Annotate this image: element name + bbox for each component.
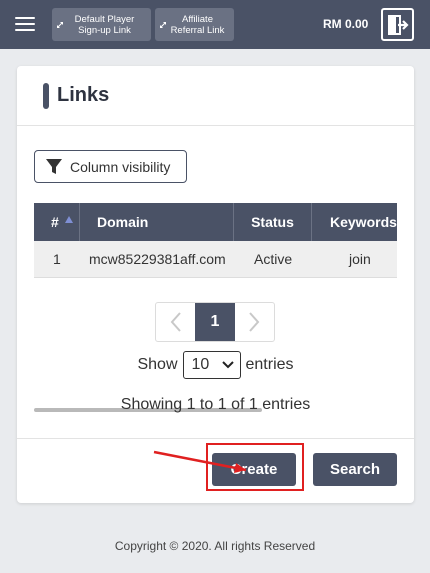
- entries-label: entries: [245, 356, 294, 373]
- title-accent-bar: [43, 83, 49, 109]
- hamburger-menu-icon[interactable]: [8, 6, 42, 42]
- cell-num: 1: [53, 251, 61, 267]
- card-header: Links: [17, 66, 414, 126]
- links-card: Links Column visibility # Domain Status …: [17, 66, 414, 503]
- search-button[interactable]: Search: [313, 453, 397, 486]
- filter-icon: [46, 158, 62, 174]
- links-table: # Domain Status Keywords 1 mcw85229381af…: [34, 203, 397, 278]
- pagination: 1: [155, 302, 275, 342]
- logout-icon: [387, 14, 409, 35]
- card-footer: Create Search: [17, 438, 414, 503]
- column-visibility-label: Column visibility: [70, 158, 171, 175]
- chevron-left-icon: [170, 312, 181, 332]
- column-header-keywords[interactable]: Keywords: [312, 203, 397, 241]
- balance-display: RM 0.00: [323, 17, 369, 31]
- chip-label-line1: Default Player: [74, 13, 135, 25]
- cell-domain: mcw85229381aff.com: [89, 251, 226, 267]
- cell-status: Active: [254, 251, 293, 267]
- entries-length-control: Show 10 entries: [17, 351, 414, 379]
- page-1-button[interactable]: 1: [195, 303, 235, 341]
- sort-ascending-icon: [65, 216, 73, 223]
- chevron-right-icon: [249, 312, 260, 332]
- chip-label-line2: Referral Link: [170, 24, 225, 36]
- copyright-text: Copyright © 2020. All rights Reserved: [114, 539, 316, 553]
- default-player-signup-link-button[interactable]: Default Player Sign-up Link: [52, 8, 151, 41]
- page-title: Links: [57, 84, 110, 106]
- table-info: Showing 1 to 1 of 1 entries: [120, 396, 311, 413]
- logout-button[interactable]: [381, 8, 414, 41]
- top-navbar: Default Player Sign-up Link Affiliate Re…: [0, 0, 430, 49]
- link-icon: [160, 22, 166, 28]
- entries-select-value: 10: [191, 356, 210, 373]
- column-header-status[interactable]: Status: [234, 203, 312, 241]
- chevron-down-icon: [221, 361, 234, 369]
- table-row[interactable]: 1 mcw85229381aff.com Active join: [34, 241, 397, 278]
- column-header-domain[interactable]: Domain: [80, 203, 234, 241]
- chip-label-line2: Sign-up Link: [78, 24, 131, 36]
- entries-select[interactable]: 10: [182, 351, 241, 379]
- table-header: # Domain Status Keywords: [34, 203, 397, 241]
- link-icon: [57, 22, 63, 28]
- previous-page-button[interactable]: [156, 303, 195, 341]
- affiliate-referral-link-button[interactable]: Affiliate Referral Link: [155, 8, 234, 41]
- cell-keywords: join: [349, 251, 371, 267]
- header-label: #: [51, 214, 59, 230]
- column-header-num[interactable]: #: [34, 203, 80, 241]
- next-page-button[interactable]: [235, 303, 274, 341]
- chip-label-line1: Affiliate: [182, 13, 213, 25]
- annotation-highlight-box: [206, 443, 304, 491]
- column-visibility-button[interactable]: Column visibility: [34, 150, 187, 183]
- show-label: Show: [137, 356, 178, 373]
